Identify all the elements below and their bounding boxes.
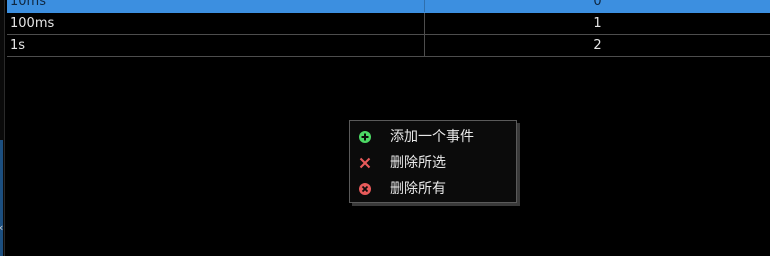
- table-cell-name: 1s: [7, 34, 425, 57]
- x-icon: [359, 157, 371, 169]
- menu-item-label: 添加一个事件: [390, 129, 474, 145]
- splitter-accent: [0, 140, 3, 256]
- menu-item-add-event[interactable]: 添加一个事件: [350, 124, 516, 150]
- table-row[interactable]: 10ms 0: [7, 0, 770, 13]
- context-menu: 添加一个事件 删除所选 删除所有: [349, 120, 517, 203]
- collapse-arrow-icon[interactable]: ‹: [0, 222, 3, 233]
- menu-item-label: 删除所选: [390, 155, 446, 171]
- event-table: 10ms 0 100ms 1 1s 2: [7, 0, 770, 57]
- menu-item-delete-all[interactable]: 删除所有: [350, 176, 516, 202]
- table-cell-value: 0: [424, 0, 770, 13]
- table-cell-value: 2: [424, 34, 770, 57]
- table-row[interactable]: 1s 2: [7, 34, 770, 57]
- menu-item-delete-selected[interactable]: 删除所选: [350, 150, 516, 176]
- x-circle-icon: [359, 183, 371, 195]
- menu-item-label: 删除所有: [390, 181, 446, 197]
- left-pane-edge: ‹: [0, 0, 5, 256]
- table-row[interactable]: 100ms 1: [7, 12, 770, 35]
- table-cell-name: 10ms: [7, 0, 425, 13]
- table-cell-name: 100ms: [7, 12, 425, 35]
- add-circle-icon: [359, 131, 371, 143]
- table-cell-value: 1: [424, 12, 770, 35]
